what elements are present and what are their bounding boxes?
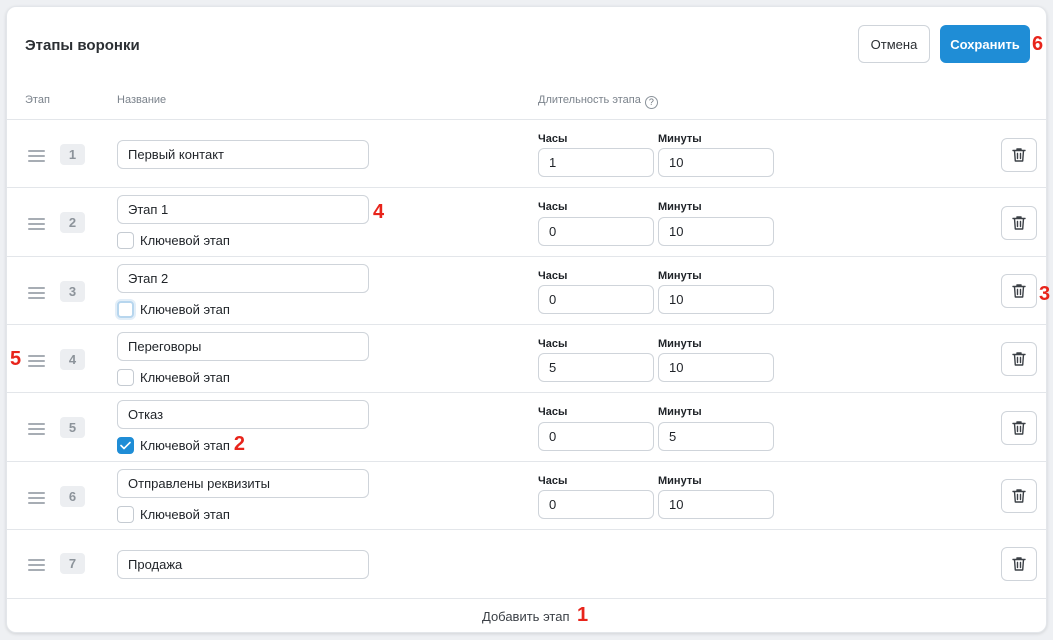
delete-stage-button[interactable] — [1001, 206, 1037, 240]
minutes-input[interactable]: 5 — [658, 422, 774, 451]
annotation-marker-5: 5 — [10, 348, 22, 370]
drag-handle-icon[interactable] — [28, 218, 45, 230]
hours-label: Часы — [538, 475, 568, 487]
hours-label: Часы — [538, 133, 568, 145]
page-title: Этапы воронки — [25, 37, 140, 54]
key-stage-checkbox[interactable] — [117, 232, 134, 249]
stage-row: 6 Отправлены реквизиты Ключевой этап Час… — [7, 461, 1046, 529]
stage-name-input[interactable]: Переговоры — [117, 332, 369, 361]
stage-number: 2 — [60, 212, 85, 233]
minutes-label: Минуты — [658, 133, 702, 145]
drag-handle-icon[interactable] — [28, 423, 45, 435]
key-stage-checkbox[interactable] — [117, 437, 134, 454]
hours-input[interactable]: 0 — [538, 490, 654, 519]
hours-input[interactable]: 0 — [538, 217, 654, 246]
stage-row: 1 Первый контакт Часы Минуты 1 10 — [7, 119, 1046, 187]
hours-input[interactable]: 5 — [538, 353, 654, 382]
key-stage-toggle[interactable]: Ключевой этап — [117, 369, 230, 386]
save-button[interactable]: Сохранить — [940, 25, 1030, 63]
hours-input[interactable]: 0 — [538, 285, 654, 314]
trash-icon — [1012, 148, 1026, 162]
annotation-marker-4: 4 — [373, 201, 385, 223]
minutes-input[interactable]: 10 — [658, 490, 774, 519]
key-stage-label: Ключевой этап — [140, 302, 230, 317]
delete-stage-button[interactable] — [1001, 411, 1037, 445]
stage-name-input[interactable]: Первый контакт — [117, 140, 369, 169]
drag-handle-icon[interactable] — [28, 150, 45, 162]
minutes-input[interactable]: 10 — [658, 148, 774, 177]
hours-label: Часы — [538, 406, 568, 418]
column-header-duration-label: Длительность этапа — [538, 94, 641, 106]
key-stage-toggle[interactable]: Ключевой этап — [117, 232, 230, 249]
annotation-marker-1: 1 — [577, 604, 589, 626]
key-stage-checkbox[interactable] — [117, 369, 134, 386]
trash-icon — [1012, 352, 1026, 366]
help-icon[interactable]: ? — [644, 95, 658, 109]
stage-name-input[interactable]: Этап 1 — [117, 195, 369, 224]
add-stage-button[interactable]: Добавить этап — [482, 609, 570, 624]
drag-handle-icon[interactable] — [28, 287, 45, 299]
cancel-button[interactable]: Отмена — [858, 25, 930, 63]
hours-label: Часы — [538, 338, 568, 350]
delete-stage-button[interactable] — [1001, 479, 1037, 513]
annotation-marker-2: 2 — [233, 433, 246, 455]
minutes-label: Минуты — [658, 201, 702, 213]
minutes-input[interactable]: 10 — [658, 353, 774, 382]
stage-row: 2 Этап 1 4 Ключевой этап Часы Минуты 0 1… — [7, 187, 1046, 256]
stage-number: 5 — [60, 417, 85, 438]
hours-input[interactable]: 1 — [538, 148, 654, 177]
annotation-marker-3: 3 — [1039, 283, 1051, 305]
stage-row: 5 Отказ Ключевой этап 2 Часы Минуты 0 5 — [7, 392, 1046, 461]
stage-number: 3 — [60, 281, 85, 302]
delete-stage-button[interactable] — [1001, 547, 1037, 581]
stage-row: 5 4 Переговоры Ключевой этап Часы Минуты… — [7, 324, 1046, 392]
drag-handle-icon[interactable] — [28, 559, 45, 571]
stage-name-input[interactable]: Этап 2 — [117, 264, 369, 293]
key-stage-label: Ключевой этап — [140, 370, 230, 385]
stage-number: 4 — [60, 349, 85, 370]
stage-number: 6 — [60, 486, 85, 507]
minutes-label: Минуты — [658, 338, 702, 350]
trash-icon — [1012, 489, 1026, 503]
trash-icon — [1012, 557, 1026, 571]
trash-icon — [1012, 216, 1026, 230]
key-stage-label: Ключевой этап — [140, 507, 230, 522]
column-header-name: Название — [117, 94, 167, 106]
key-stage-label: Ключевой этап — [140, 438, 230, 453]
stage-row: 7 Продажа — [7, 529, 1046, 598]
stage-name-input[interactable]: Отправлены реквизиты — [117, 469, 369, 498]
trash-icon — [1012, 421, 1026, 435]
stage-number: 7 — [60, 553, 85, 574]
footer: Добавить этап 1 — [7, 598, 1046, 632]
trash-icon — [1012, 284, 1026, 298]
key-stage-checkbox[interactable] — [117, 301, 134, 318]
delete-stage-button[interactable] — [1001, 342, 1037, 376]
key-stage-toggle[interactable]: Ключевой этап — [117, 301, 230, 318]
check-icon — [120, 441, 131, 450]
drag-handle-icon[interactable] — [28, 355, 45, 367]
column-header-stage: Этап — [25, 94, 50, 106]
funnel-stages-panel: Этапы воронки Отмена Сохранить 6 Этап На… — [6, 6, 1050, 633]
drag-handle-icon[interactable] — [28, 492, 45, 504]
minutes-input[interactable]: 10 — [658, 285, 774, 314]
column-header-duration: Длительность этапа? — [538, 94, 658, 109]
minutes-input[interactable]: 10 — [658, 217, 774, 246]
stage-number: 1 — [60, 144, 85, 165]
key-stage-checkbox[interactable] — [117, 506, 134, 523]
hours-label: Часы — [538, 201, 568, 213]
key-stage-label: Ключевой этап — [140, 233, 230, 248]
hours-input[interactable]: 0 — [538, 422, 654, 451]
stage-row: 3 Этап 2 Ключевой этап Часы Минуты 0 10 … — [7, 256, 1050, 324]
key-stage-toggle[interactable]: Ключевой этап 2 — [117, 433, 245, 455]
delete-stage-button[interactable] — [1001, 274, 1037, 308]
stage-name-input[interactable]: Продажа — [117, 550, 369, 579]
stage-name-input[interactable]: Отказ — [117, 400, 369, 429]
minutes-label: Минуты — [658, 475, 702, 487]
delete-stage-button[interactable] — [1001, 138, 1037, 172]
minutes-label: Минуты — [658, 270, 702, 282]
annotation-marker-6: 6 — [1032, 33, 1044, 55]
key-stage-toggle[interactable]: Ключевой этап — [117, 506, 230, 523]
minutes-label: Минуты — [658, 406, 702, 418]
hours-label: Часы — [538, 270, 568, 282]
